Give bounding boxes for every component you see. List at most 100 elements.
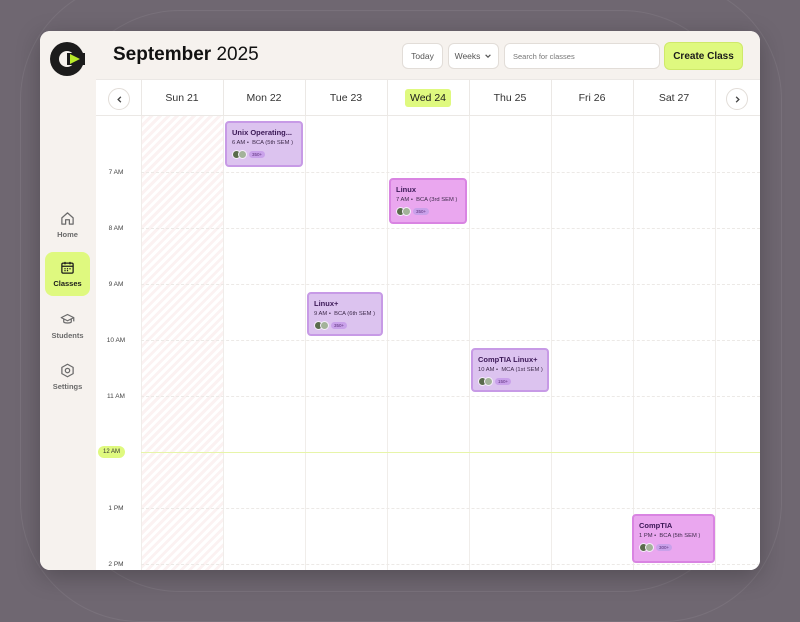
event-title: CompTIA [639, 521, 673, 530]
sidebar-item-label: Students [51, 331, 84, 340]
class-event-card[interactable]: CompTIA Linux+ 10 AM • MCA (1st SEM ) 15… [471, 348, 549, 392]
event-group: BCA (3rd SEM ) [416, 197, 458, 203]
view-select[interactable]: Weeks [448, 43, 499, 69]
event-group: MCA (1st SEM ) [501, 367, 543, 373]
search-input[interactable] [504, 43, 660, 69]
event-time: 10 AM [478, 367, 495, 373]
time-label: 9 AM [108, 281, 124, 288]
current-time-line [141, 452, 760, 453]
sidebar-item-label: Settings [52, 382, 83, 391]
settings-icon [61, 363, 74, 378]
week-calendar-grid: 7 AM 8 AM 9 AM 10 AM 11 AM 1 PM 2 PM 12 … [96, 116, 760, 570]
next-week-button[interactable] [726, 88, 748, 110]
current-time-badge: 12 AM [98, 446, 125, 458]
column-divider [387, 116, 388, 570]
time-label: 2 PM [108, 561, 124, 568]
event-title: Unix Operating... [232, 128, 293, 137]
class-event-card[interactable]: Linux 7 AM • BCA (3rd SEM ) 350+ [389, 178, 467, 224]
hour-gridline [141, 172, 760, 173]
event-title: Linux+ [314, 299, 339, 308]
app-window: Home Classes Students Settings September… [40, 31, 760, 570]
sidebar-item-settings[interactable]: Settings [45, 355, 90, 399]
event-meta: 9 AM • BCA (6th SEM ) [314, 311, 376, 317]
sidebar-item-label: Home [57, 230, 78, 239]
class-event-card[interactable]: Unix Operating... 6 AM • BCA (5th SEM ) … [225, 121, 303, 167]
sidebar-item-classes[interactable]: Classes [45, 252, 90, 296]
hour-gridline [141, 396, 760, 397]
event-attendees: 300+ [639, 543, 708, 552]
day-header-mon: Mon 22 [223, 80, 305, 116]
attendee-count-badge: 150+ [495, 378, 512, 385]
event-time: 1 PM [639, 533, 653, 539]
column-divider [141, 116, 142, 570]
class-event-card[interactable]: CompTIA 1 PM • BCA (5th SEM ) 300+ [632, 514, 715, 563]
event-title: CompTIA Linux+ [478, 355, 538, 364]
chevron-down-icon [485, 54, 492, 59]
sidebar: Home Classes Students Settings [40, 31, 97, 570]
column-divider [715, 80, 716, 116]
attendee-count-badge: 350+ [413, 208, 430, 215]
event-attendees: 150+ [478, 377, 542, 386]
month-label: September [113, 44, 212, 65]
event-group: BCA (6th SEM ) [334, 311, 376, 317]
event-time: 9 AM [314, 311, 328, 317]
day-label: Tue 23 [329, 92, 363, 104]
event-group: BCA (5th SEM ) [252, 140, 294, 146]
attendee-count-badge: 350+ [249, 151, 266, 158]
avatar [238, 150, 247, 159]
year-label: 2025 [216, 44, 259, 65]
column-divider [223, 116, 224, 570]
event-attendees: 350+ [314, 321, 376, 330]
hour-gridline [141, 340, 760, 341]
attendee-count-badge: 300+ [656, 544, 673, 551]
day-header-fri: Fri 26 [551, 80, 633, 116]
hour-gridline [141, 228, 760, 229]
time-label: 10 AM [106, 337, 126, 344]
day-header-sun: Sun 21 [141, 80, 223, 116]
day-header-sat: Sat 27 [633, 80, 715, 116]
week-days-bar: Sun 21 Mon 22 Tue 23 Wed 24 Thu 25 Fri 2… [96, 79, 760, 116]
time-label: 7 AM [108, 169, 124, 176]
header: September 2025 Today Weeks Create Class [96, 31, 760, 79]
column-divider [469, 116, 470, 570]
column-divider [633, 116, 634, 570]
day-header-wed: Wed 24 [387, 80, 469, 116]
time-label: 1 PM [108, 505, 124, 512]
sidebar-item-students[interactable]: Students [45, 304, 90, 348]
event-time: 7 AM [396, 197, 410, 203]
event-meta: 1 PM • BCA (5th SEM ) [639, 533, 701, 539]
today-button[interactable]: Today [402, 43, 443, 69]
attendee-count-badge: 350+ [331, 322, 348, 329]
create-class-button[interactable]: Create Class [664, 42, 743, 70]
avatar [320, 321, 329, 330]
calendar-icon [61, 261, 74, 274]
previous-week-button[interactable] [108, 88, 130, 110]
hour-gridline [141, 564, 760, 565]
event-title: Linux [396, 185, 416, 194]
class-event-card[interactable]: Linux+ 9 AM • BCA (6th SEM ) 350+ [307, 292, 383, 336]
sidebar-item-label: Classes [53, 279, 82, 288]
event-time: 6 AM [232, 140, 246, 146]
time-label: 11 AM [107, 393, 125, 400]
view-select-label: Weeks [454, 51, 481, 61]
home-icon [61, 212, 74, 225]
event-meta: 6 AM • BCA (5th SEM ) [232, 140, 294, 146]
avatar [484, 377, 493, 386]
event-meta: 7 AM • BCA (3rd SEM ) [396, 197, 458, 203]
day-label: Thu 25 [493, 92, 527, 104]
event-group: BCA (5th SEM ) [659, 533, 701, 539]
event-attendees: 350+ [396, 207, 460, 216]
day-header-tue: Tue 23 [305, 80, 387, 116]
day-label: Fri 26 [578, 92, 606, 104]
day-label: Sat 27 [658, 92, 690, 104]
event-attendees: 350+ [232, 150, 296, 159]
column-divider [715, 116, 716, 570]
sidebar-item-home[interactable]: Home [45, 203, 90, 247]
page-title: September 2025 [113, 44, 259, 66]
day-label: Mon 22 [246, 92, 282, 104]
hour-gridline [141, 508, 760, 509]
column-divider [551, 116, 552, 570]
unavailable-day-shading [141, 116, 223, 570]
avatar [402, 207, 411, 216]
graduation-cap-icon [60, 313, 75, 324]
